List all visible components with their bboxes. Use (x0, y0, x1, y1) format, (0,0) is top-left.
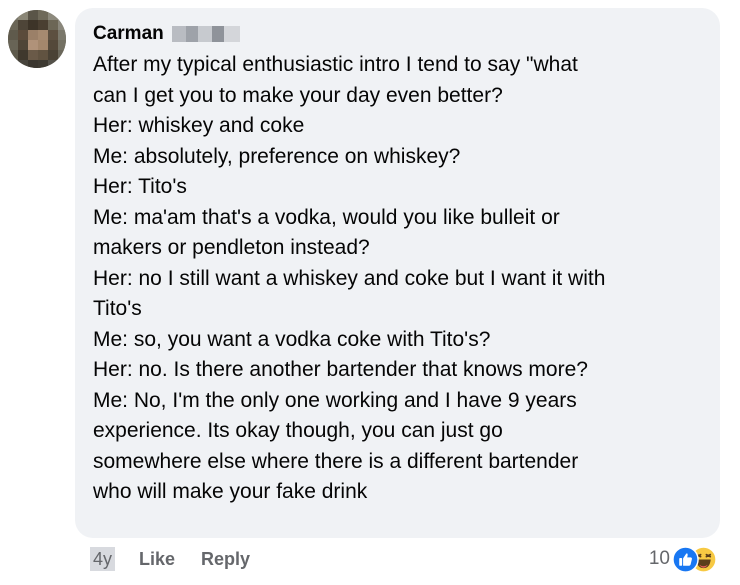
reaction-icons (672, 545, 718, 573)
comment-text: After my typical enthusiastic intro I te… (93, 50, 702, 508)
comment-line: Me: ma'am that's a vodka, would you like… (93, 205, 560, 229)
reactions-summary[interactable]: 10 (649, 544, 718, 574)
comment-line: Tito's (93, 297, 142, 320)
comment-line: Me: No, I'm the only one working and I h… (93, 388, 577, 412)
like-button[interactable]: Like (139, 549, 175, 570)
reaction-count: 10 (648, 548, 670, 569)
comment-line: somewhere else where there is a differen… (93, 449, 579, 473)
comment-line: who will make your fake drink (93, 480, 368, 503)
comment-line: can I get you to make your day even bett… (93, 83, 503, 107)
comment-line: Her: no. Is there another bartender that… (93, 358, 588, 381)
comment-actions: 4y Like Reply (90, 546, 250, 572)
comment-header: Carman (93, 20, 702, 48)
comment-line: Her: no I still want a whiskey and coke … (93, 266, 606, 290)
comment-line: Me: so, you want a vodka coke with Tito'… (93, 327, 491, 351)
comment-bubble: Carman After my typical enthusiastic int… (75, 8, 720, 538)
comment-line: experience. Its okay though, you can jus… (93, 419, 503, 442)
comment-line: makers or pendleton instead? (93, 236, 370, 259)
comment-line: Her: whiskey and coke (93, 114, 305, 137)
comment-line: After my typical enthusiastic intro I te… (93, 53, 578, 76)
redacted-surname (171, 26, 240, 42)
comment-age-link[interactable]: 4y (90, 547, 116, 571)
author-name[interactable]: Carman (93, 23, 164, 45)
reply-button[interactable]: Reply (201, 549, 250, 570)
comment-line: Her: Tito's (93, 175, 187, 198)
comment-line: Me: absolutely, preference on whiskey? (93, 144, 461, 168)
like-icon (672, 546, 699, 573)
avatar[interactable] (8, 10, 66, 68)
